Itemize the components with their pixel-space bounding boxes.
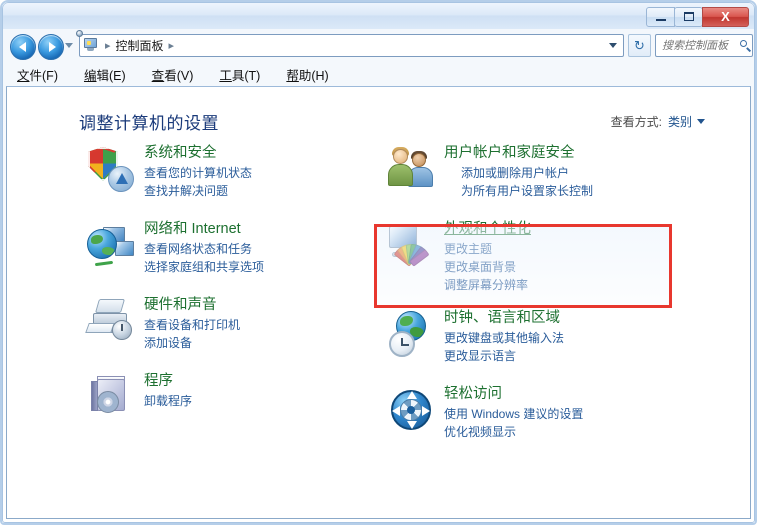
category-title[interactable]: 用户帐户和家庭安全 — [444, 144, 593, 164]
view-by-control[interactable]: 查看方式: 类别 — [611, 113, 705, 130]
category-hardware-sound[interactable]: 硬件和声音 查看设备和打印机 添加设备 — [85, 295, 387, 357]
category-appearance-personalization[interactable]: 外观和个性化 更改主题 更改桌面背景 调整屏幕分辨率 — [387, 219, 687, 294]
menu-file[interactable]: 文件(F) — [17, 65, 58, 84]
view-by-label: 查看方式: — [610, 115, 662, 129]
category-link[interactable]: 查找并解决问题 — [144, 182, 252, 200]
category-link[interactable]: 更改显示语言 — [444, 347, 564, 365]
navigation-bar: ▸ 控制面板 ▸ ↻ — [3, 30, 754, 62]
ease-of-access-icon — [387, 386, 435, 434]
search-box[interactable] — [655, 34, 753, 57]
category-link[interactable]: 卸载程序 — [144, 392, 192, 410]
refresh-icon: ↻ — [634, 38, 645, 53]
content-pane: 调整计算机的设置 查看方式: 类别 系统和安全 查看您的计算机状态 查找并解决问… — [6, 86, 751, 519]
category-system-security[interactable]: 系统和安全 查看您的计算机状态 查找并解决问题 — [87, 143, 387, 205]
menu-tools-accel: 工 — [219, 68, 232, 83]
page-title: 调整计算机的设置 — [79, 114, 219, 133]
refresh-button[interactable]: ↻ — [628, 34, 651, 57]
category-title[interactable]: 外观和个性化 — [444, 220, 531, 240]
category-link[interactable]: 查看设备和打印机 — [144, 316, 240, 334]
menu-edit[interactable]: 编辑(E) — [84, 65, 126, 84]
recent-pages-icon[interactable] — [65, 43, 73, 48]
menu-view[interactable]: 查看(V) — [152, 65, 194, 84]
chevron-down-icon[interactable] — [697, 119, 705, 124]
clock-language-region-icon — [387, 310, 435, 358]
category-link[interactable]: 添加设备 — [144, 334, 240, 352]
menu-help[interactable]: 帮助(H) — [286, 65, 328, 84]
menu-tools-label: 具(T) — [231, 68, 261, 83]
category-link[interactable]: 添加或删除用户帐户 — [444, 164, 593, 182]
programs-icon — [87, 373, 135, 421]
address-bar[interactable]: ▸ 控制面板 ▸ — [76, 30, 624, 57]
category-column-left: 系统和安全 查看您的计算机状态 查找并解决问题 网络和 Internet 查看网… — [85, 143, 387, 447]
category-clock-language-region[interactable]: 时钟、语言和区域 更改键盘或其他输入法 更改显示语言 — [387, 308, 687, 370]
search-input[interactable] — [660, 38, 740, 53]
menu-tools[interactable]: 工具(T) — [219, 65, 260, 84]
category-link[interactable]: 更改桌面背景 — [444, 258, 531, 276]
category-link[interactable]: 调整屏幕分辨率 — [444, 276, 531, 294]
menu-edit-accel: 编 — [83, 68, 97, 83]
category-column-right: 用户帐户和家庭安全 添加或删除用户帐户 为所有用户设置家长控制 外观和个性化 更… — [387, 143, 687, 460]
category-link[interactable]: 优化视频显示 — [444, 423, 583, 441]
view-by-value[interactable]: 类别 — [668, 113, 692, 130]
network-internet-icon — [87, 221, 135, 269]
category-title[interactable]: 网络和 Internet — [144, 220, 264, 240]
menu-view-label: 看(V) — [164, 68, 194, 83]
category-network-internet[interactable]: 网络和 Internet 查看网络状态和任务 选择家庭组和共享选项 — [87, 219, 387, 281]
forward-button[interactable] — [38, 34, 64, 60]
category-link[interactable]: 选择家庭组和共享选项 — [144, 258, 264, 276]
search-icon — [740, 39, 752, 52]
back-button[interactable] — [10, 34, 36, 60]
category-link[interactable]: 查看网络状态和任务 — [144, 240, 264, 258]
close-icon: X — [721, 9, 730, 24]
category-link[interactable]: 使用 Windows 建议的设置 — [444, 405, 583, 423]
category-title[interactable]: 硬件和声音 — [144, 296, 240, 316]
system-security-icon — [87, 145, 135, 193]
menu-file-label: 件(F) — [29, 68, 58, 83]
menu-view-accel: 查 — [151, 68, 165, 83]
forward-arrow-icon — [48, 42, 56, 52]
menu-help-accel: 帮 — [286, 68, 299, 83]
category-programs[interactable]: 程序 卸载程序 — [87, 371, 387, 433]
category-link[interactable]: 为所有用户设置家长控制 — [444, 182, 593, 200]
uac-shield-icon — [444, 166, 457, 180]
category-title[interactable]: 轻松访问 — [444, 385, 583, 405]
window-buttons: X — [646, 6, 749, 27]
menu-help-label: 助(H) — [298, 68, 329, 83]
hardware-sound-icon — [85, 297, 135, 345]
minimize-icon — [655, 19, 666, 21]
back-arrow-icon — [18, 42, 26, 52]
category-title[interactable]: 时钟、语言和区域 — [444, 309, 564, 329]
breadcrumb-separator-1[interactable]: ▸ — [169, 39, 175, 52]
menu-bar: 文件(F) 编辑(E) 查看(V) 工具(T) 帮助(H) — [3, 63, 754, 85]
uac-shield-icon — [444, 184, 457, 198]
chevron-down-icon[interactable] — [609, 43, 617, 48]
category-link[interactable]: 更改主题 — [444, 240, 531, 258]
control-panel-window: X ▸ 控制面板 ▸ ↻ 搜索控制面板 文件(F) 编辑(E) 查看(V) 工具… — [0, 0, 757, 525]
menu-file-accel: 文 — [17, 68, 30, 83]
maximize-button[interactable] — [674, 6, 703, 27]
category-title[interactable]: 程序 — [144, 372, 192, 392]
appearance-personalization-icon — [387, 221, 435, 269]
category-link[interactable]: 更改键盘或其他输入法 — [444, 329, 564, 347]
maximize-icon — [683, 12, 694, 21]
breadcrumb-item-control-panel[interactable]: 控制面板 — [116, 37, 164, 54]
breadcrumb-separator-0[interactable]: ▸ — [105, 39, 111, 52]
control-panel-icon — [76, 30, 100, 54]
minimize-button[interactable] — [646, 6, 675, 27]
user-accounts-icon — [387, 145, 435, 193]
close-button[interactable]: X — [702, 6, 749, 27]
category-user-accounts[interactable]: 用户帐户和家庭安全 添加或删除用户帐户 为所有用户设置家长控制 — [387, 143, 687, 205]
category-ease-of-access[interactable]: 轻松访问 使用 Windows 建议的设置 优化视频显示 — [387, 384, 687, 446]
category-link[interactable]: 查看您的计算机状态 — [144, 164, 252, 182]
title-bar[interactable]: X — [3, 3, 754, 29]
menu-edit-label: 辑(E) — [96, 68, 126, 83]
category-title[interactable]: 系统和安全 — [144, 144, 252, 164]
